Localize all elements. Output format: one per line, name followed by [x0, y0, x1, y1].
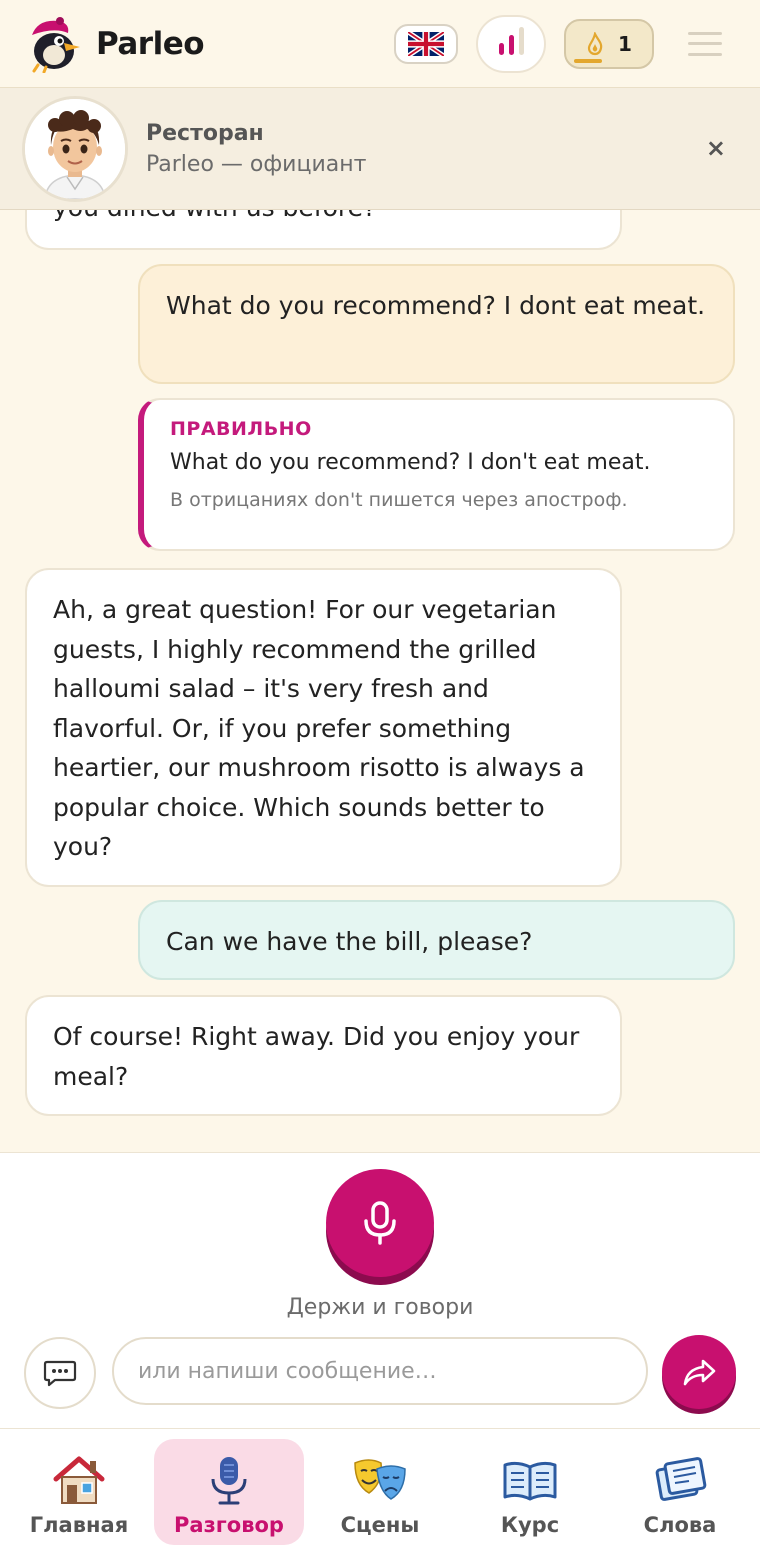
- language-switcher[interactable]: [394, 23, 458, 64]
- chat-bubble-icon: [43, 1360, 77, 1387]
- brand[interactable]: Parleo: [24, 15, 205, 73]
- streak-button[interactable]: 1: [564, 18, 654, 69]
- message-input[interactable]: [112, 1337, 648, 1405]
- bot-message: Of course! Right away. Did you enjoy you…: [25, 995, 622, 1116]
- level-bar-icon: [508, 34, 514, 55]
- nav-label-scenes: Сцены: [340, 1513, 420, 1537]
- scene-subtitle: Parleo — официант: [146, 151, 367, 177]
- correction-text: What do you recommend? I don't eat meat.: [170, 450, 651, 475]
- user-message-text: What do you recommend? I dont eat meat.: [166, 291, 706, 320]
- streak-count: 1: [618, 31, 632, 56]
- send-arrow-icon: [683, 1359, 716, 1386]
- microphone-icon: [211, 1457, 247, 1505]
- waiter-avatar-icon: [25, 98, 125, 199]
- nav-label-home: Главная: [29, 1513, 129, 1537]
- theater-masks-icon: [354, 1459, 406, 1500]
- uk-flag-icon: [408, 31, 444, 56]
- text-chat-button[interactable]: [24, 1337, 96, 1409]
- open-book-icon: [503, 1461, 557, 1501]
- bot-message-text: Of course! Right away. Did you enjoy you…: [53, 1022, 580, 1091]
- house-icon: [53, 1456, 105, 1504]
- nav-item-home[interactable]: Главная: [4, 1439, 154, 1545]
- hold-to-talk-label: Держи и говори: [286, 1295, 474, 1320]
- correction-card: ПРАВИЛЬНО What do you recommend? I don't…: [138, 398, 735, 551]
- level-bar-icon: [498, 42, 504, 55]
- waiter-avatar: [22, 95, 128, 202]
- nav-item-words[interactable]: Слова: [605, 1439, 755, 1545]
- flame-icon: [587, 31, 603, 55]
- close-scene-button[interactable]: ×: [706, 134, 726, 162]
- bot-message-text: you dined with us before?: [53, 210, 376, 222]
- flashcards-icon: [655, 1457, 707, 1501]
- user-message: Can we have the bill, please?: [138, 900, 735, 980]
- nav-label-words: Слова: [643, 1513, 717, 1537]
- bot-message: Ah, a great question! For our vegetarian…: [25, 568, 622, 887]
- correction-label: ПРАВИЛЬНО: [170, 418, 312, 440]
- nav-item-course[interactable]: Курс: [455, 1439, 605, 1545]
- level-bar-icon: [518, 26, 524, 55]
- user-message: What do you recommend? I dont eat meat.: [138, 264, 735, 384]
- parrot-logo-icon: [32, 16, 80, 73]
- send-button[interactable]: [662, 1335, 736, 1409]
- chat-thread: you dined with us before? What do you re…: [0, 210, 760, 1152]
- nav-item-scenes[interactable]: Сцены: [305, 1439, 455, 1545]
- correction-note: В отрицаниях don't пишется через апостро…: [170, 489, 628, 511]
- menu-icon[interactable]: [688, 31, 722, 56]
- nav-label-talk: Разговор: [174, 1513, 284, 1537]
- scene-title: Ресторан: [146, 120, 264, 146]
- bot-message: you dined with us before?: [25, 210, 622, 250]
- composer: Держи и говори: [0, 1152, 760, 1428]
- hold-to-talk-button[interactable]: [326, 1169, 434, 1277]
- streak-progress: [574, 58, 602, 63]
- bottom-nav: Главная Разговор Сцены Курс Слова: [0, 1428, 760, 1555]
- level-button[interactable]: [476, 14, 546, 73]
- scene-banner: Ресторан Parleo — официант ×: [0, 88, 760, 210]
- bot-message-text: Ah, a great question! For our vegetarian…: [53, 595, 585, 861]
- nav-label-course: Курс: [500, 1513, 560, 1537]
- top-bar: Parleo 1: [0, 0, 760, 88]
- microphone-icon: [364, 1201, 396, 1245]
- nav-item-talk[interactable]: Разговор: [154, 1439, 304, 1545]
- app-name: Parleo: [96, 25, 205, 62]
- user-message-text: Can we have the bill, please?: [166, 927, 533, 956]
